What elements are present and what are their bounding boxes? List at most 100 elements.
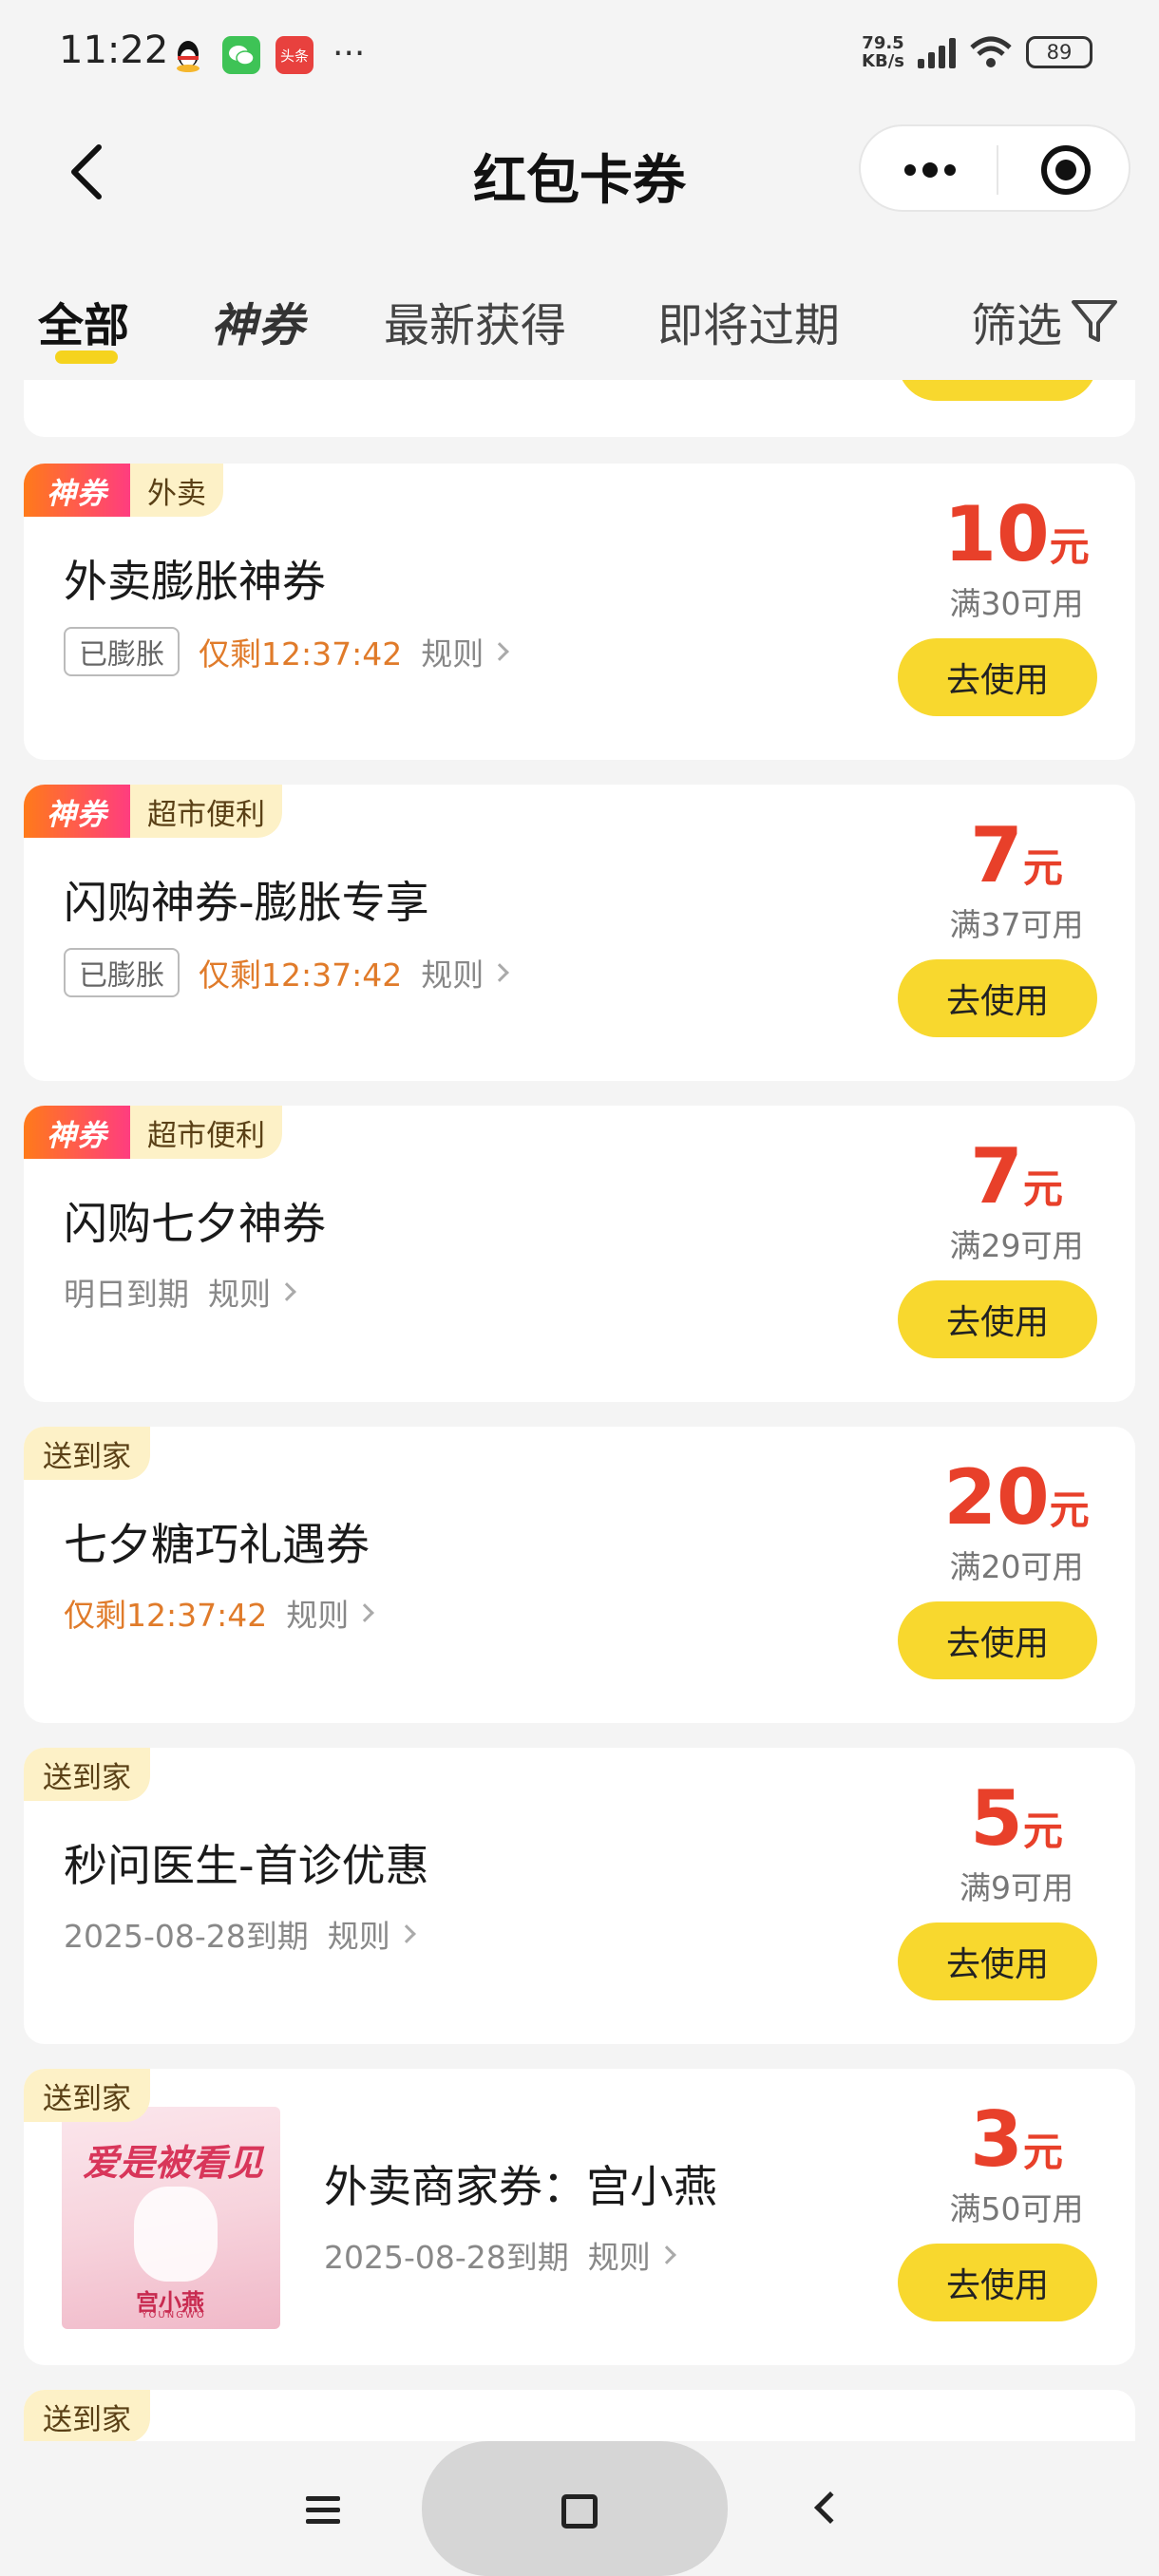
mini-program-capsule: [859, 124, 1130, 212]
expiry-text: 明日到期: [64, 1276, 189, 1313]
use-button-partial[interactable]: [898, 380, 1097, 401]
amount-value: 3: [970, 2095, 1023, 2184]
usage-condition: 满37可用: [949, 906, 1084, 943]
amount-value: 5: [970, 1774, 1023, 1863]
usage-condition: 满50可用: [949, 2190, 1084, 2227]
amount-value: 20: [943, 1453, 1050, 1542]
coupon-meta: 仅剩12:37:42 规则: [64, 1590, 375, 1636]
coupon-card[interactable]: 送到家 秒问医生-首诊优惠 2025-08-28到期 规则 5元 满9可用 去使…: [24, 1748, 1135, 2044]
countdown: 仅剩12:37:42: [199, 635, 403, 672]
expiry-text: 2025-08-28到期: [64, 1918, 309, 1955]
coupon-title: 秒问医生-首诊优惠: [64, 1840, 429, 1891]
status-app-icons: 头条 ···: [169, 36, 365, 74]
amount-unit: 元: [1022, 1165, 1063, 1212]
use-button[interactable]: 去使用: [898, 1601, 1097, 1679]
shen-coupon-tag: 神券: [24, 1106, 130, 1159]
coupon-card[interactable]: 神券 超市便利 闪购七夕神券 明日到期 规则 7元 满29可用 去使用: [24, 1106, 1135, 1402]
recent-apps-button[interactable]: [306, 2496, 340, 2525]
status-time: 11:22: [59, 28, 169, 72]
status-bar: 11:22 头条 ··· 79.5 KB/s 89: [0, 0, 1159, 109]
capsule-divider: [997, 145, 998, 195]
coupon-amount: 7元 满29可用: [898, 1132, 1135, 1266]
rule-link[interactable]: 规则: [421, 629, 510, 674]
coupon-card-partial[interactable]: 送到家: [24, 2390, 1135, 2441]
amount-unit: 元: [1022, 1808, 1063, 1854]
coupon-meta: 已膨胀 仅剩12:37:42 规则: [64, 627, 510, 676]
use-button[interactable]: 去使用: [898, 638, 1097, 716]
funnel-icon: [1072, 300, 1118, 342]
wechat-icon: [222, 36, 260, 74]
chevron-right-icon: [355, 1603, 375, 1622]
bird-nest-image: [134, 2187, 218, 2282]
category-tag: 外卖: [130, 464, 223, 517]
rule-link[interactable]: 规则: [328, 1911, 416, 1957]
rule-link[interactable]: 规则: [208, 1269, 296, 1315]
coupon-list: 神券 外卖 外卖膨胀神券 已膨胀 仅剩12:37:42 规则 10 元 满30可用…: [0, 380, 1159, 2441]
category-tag: 送到家: [24, 1427, 150, 1480]
coupon-tag: 神券 超市便利: [24, 1106, 282, 1159]
network-speed: 79.5 KB/s: [862, 33, 904, 71]
shen-coupon-tag: 神券: [24, 464, 130, 517]
close-mini-program-button[interactable]: [1041, 145, 1091, 195]
countdown: 仅剩12:37:42: [199, 957, 403, 994]
use-button[interactable]: 去使用: [898, 959, 1097, 1037]
use-button[interactable]: 去使用: [898, 2244, 1097, 2321]
category-tag: 送到家: [24, 2390, 150, 2441]
status-more-icon: ···: [332, 34, 366, 73]
coupon-card[interactable]: 送到家 爱是被看见 宫小燕 YOUNGWO 外卖商家券：宫小燕 2025-08-…: [24, 2069, 1135, 2365]
use-button[interactable]: 去使用: [898, 1280, 1097, 1358]
amount-unit: 元: [1022, 2129, 1063, 2175]
signal-icon: [918, 36, 956, 68]
coupon-tag: 神券 超市便利: [24, 785, 282, 838]
wifi-icon: [970, 36, 1012, 67]
toutiao-icon: 头条: [276, 36, 314, 74]
battery-icon: 89: [1026, 36, 1092, 68]
coupon-title: 外卖膨胀神券: [64, 556, 326, 607]
coupon-amount: 3元 满50可用: [898, 2095, 1135, 2229]
coupon-meta: 2025-08-28到期 规则: [324, 2232, 676, 2278]
chevron-right-icon: [490, 642, 510, 661]
rule-link[interactable]: 规则: [286, 1590, 375, 1636]
coupon-card[interactable]: 神券 外卖 外卖膨胀神券 已膨胀 仅剩12:37:42 规则 10元 满30可用…: [24, 464, 1135, 760]
coupon-amount: 7元 满37可用: [898, 811, 1135, 945]
inflated-badge: 已膨胀: [64, 948, 180, 997]
tab-latest[interactable]: 最新获得: [384, 288, 566, 354]
amount-unit: 元: [1022, 844, 1063, 891]
usage-condition: 满29可用: [949, 1227, 1084, 1264]
chevron-right-icon: [396, 1924, 416, 1943]
coupon-amount: 5元 满9可用: [898, 1774, 1135, 1908]
inflated-badge: 已膨胀: [64, 627, 180, 676]
home-button[interactable]: [422, 2441, 728, 2576]
more-options-button[interactable]: [897, 147, 963, 193]
system-nav-bar: [0, 2441, 1159, 2576]
tab-shen-coupon[interactable]: 神券: [211, 288, 306, 354]
amount-value: 10: [943, 490, 1050, 578]
amount-unit: 元: [1049, 1487, 1090, 1533]
active-tab-indicator: [55, 350, 118, 364]
coupon-tag: 神券 外卖: [24, 464, 223, 517]
rule-link[interactable]: 规则: [588, 2232, 676, 2278]
category-tag: 送到家: [24, 2069, 150, 2122]
category-tag: 超市便利: [130, 785, 282, 838]
rule-link[interactable]: 规则: [421, 950, 510, 995]
coupon-card[interactable]: 送到家 七夕糖巧礼遇券 仅剩12:37:42 规则 20元 满20可用 去使用: [24, 1427, 1135, 1723]
coupon-card[interactable]: 神券 超市便利 闪购神券-膨胀专享 已膨胀 仅剩12:37:42 规则 7元 满…: [24, 785, 1135, 1081]
tab-all[interactable]: 全部: [38, 288, 129, 354]
amount-value: 7: [970, 811, 1023, 900]
usage-condition: 满30可用: [949, 585, 1084, 622]
qq-icon: [169, 36, 207, 74]
expiry-text: 2025-08-28到期: [324, 2239, 569, 2276]
filter-button[interactable]: 筛选: [971, 288, 1121, 354]
category-tag: 超市便利: [130, 1106, 282, 1159]
nav-bar: 红包卡券: [0, 109, 1159, 233]
chevron-right-icon: [277, 1282, 296, 1301]
use-button[interactable]: 去使用: [898, 1923, 1097, 2000]
thumb-brand-en: YOUNGWO: [142, 2310, 206, 2320]
tab-expiring[interactable]: 即将过期: [657, 288, 840, 354]
system-back-button[interactable]: [814, 2491, 846, 2524]
chevron-right-icon: [656, 2245, 676, 2264]
filter-label: 筛选: [971, 299, 1063, 352]
category-tag: 送到家: [24, 1748, 150, 1801]
usage-condition: 满20可用: [949, 1548, 1084, 1585]
coupon-card-partial: [24, 380, 1135, 437]
